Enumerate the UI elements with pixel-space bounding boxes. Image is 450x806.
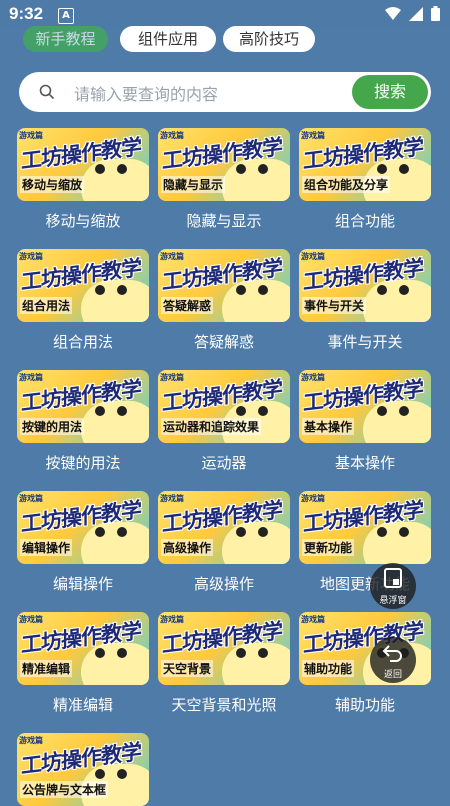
status-time: 9:32 [9,4,44,23]
tutorial-card[interactable]: 游戏篇 工坊操作教学 基本操作 基本操作 [299,370,431,473]
tutorial-title: 运动器 [201,454,247,472]
tutorial-title: 移动与缩放 [45,212,121,230]
tutorial-thumbnail: 游戏篇 工坊操作教学 移动与缩放 [17,128,149,201]
app-notification-icon: A [58,8,74,24]
tutorial-title: 辅助功能 [334,696,395,714]
tutorial-card[interactable]: 游戏篇 工坊操作教学 天空背景 天空背景和光照 [158,612,290,715]
tutorial-thumbnail: 游戏篇 工坊操作教学 组合功能及分享 [299,128,431,201]
tutorial-thumbnail: 游戏篇 工坊操作教学 组合用法 [17,249,149,322]
floating-window-label: 悬浮窗 [379,596,407,606]
tutorial-card[interactable]: 游戏篇 工坊操作教学 组合功能及分享 组合功能 [299,128,431,231]
signal-icon [409,6,423,21]
tutorial-title: 事件与开关 [327,333,403,351]
tutorial-thumbnail: 游戏篇 工坊操作教学 事件与开关 [299,249,431,322]
tutorial-card[interactable]: 游戏篇 工坊操作教学 事件与开关 事件与开关 [299,249,431,352]
tutorial-thumbnail: 游戏篇 工坊操作教学 答疑解惑 [158,249,290,322]
tutorial-thumbnail: 游戏篇 工坊操作教学 按键的用法 [17,370,149,443]
search-icon [39,84,55,100]
search-input[interactable]: 请输入要查询的内容 [74,81,218,105]
tutorial-thumbnail: 游戏篇 工坊操作教学 高级操作 [158,491,290,564]
tutorial-thumbnail: 游戏篇 工坊操作教学 隐藏与显示 [158,128,290,201]
tutorial-card[interactable]: 游戏篇 工坊操作教学 编辑操作 编辑操作 [17,491,149,594]
tutorial-card[interactable]: 游戏篇 工坊操作教学 精准编辑 精准编辑 [17,612,149,715]
tutorial-title: 高级操作 [193,575,254,593]
tutorial-card[interactable]: 游戏篇 工坊操作教学 运动器和追踪效果 运动器 [158,370,290,473]
tutorial-card[interactable]: 游戏篇 工坊操作教学 按键的用法 按键的用法 [17,370,149,473]
back-label: 返回 [383,670,402,680]
tutorial-title: 按键的用法 [45,454,121,472]
tutorial-thumbnail: 游戏篇 工坊操作教学 基本操作 [299,370,431,443]
back-arrow-icon [382,645,402,662]
tutorial-card[interactable]: 游戏篇 工坊操作教学 高级操作 高级操作 [158,491,290,594]
tutorial-card[interactable]: 游戏篇 工坊操作教学 隐藏与显示 隐藏与显示 [158,128,290,231]
tutorial-card[interactable]: 游戏篇 工坊操作教学 公告牌与文本框 [17,733,149,806]
category-tabs: 新手教程 组件应用 高阶技巧 [0,26,450,52]
floating-window-button[interactable]: 悬浮窗 [370,563,416,609]
tutorial-title: 隐藏与显示 [186,212,262,230]
tutorial-thumbnail: 游戏篇 工坊操作教学 天空背景 [158,612,290,685]
tutorial-thumbnail: 游戏篇 工坊操作教学 更新功能 [299,491,431,564]
wifi-icon [385,6,401,20]
back-button[interactable]: 返回 [370,637,416,683]
search-bar: 请输入要查询的内容 搜索 [19,72,431,112]
battery-icon [431,6,440,21]
tutorial-thumbnail: 游戏篇 工坊操作教学 编辑操作 [17,491,149,564]
search-button[interactable]: 搜索 [352,75,428,109]
tutorial-title: 天空背景和光照 [171,696,277,714]
tutorial-title: 组合功能 [334,212,395,230]
tab-components[interactable]: 组件应用 [120,26,216,52]
tutorial-title: 答疑解惑 [193,333,254,351]
tutorial-title: 基本操作 [334,454,395,472]
tutorial-thumbnail: 游戏篇 工坊操作教学 运动器和追踪效果 [158,370,290,443]
tutorial-card[interactable]: 游戏篇 工坊操作教学 答疑解惑 答疑解惑 [158,249,290,352]
tutorial-thumbnail: 游戏篇 工坊操作教学 公告牌与文本框 [17,733,149,806]
tab-advanced[interactable]: 高阶技巧 [223,26,315,52]
tutorial-card[interactable]: 游戏篇 工坊操作教学 组合用法 组合用法 [17,249,149,352]
tutorial-thumbnail: 游戏篇 工坊操作教学 精准编辑 [17,612,149,685]
tab-beginner[interactable]: 新手教程 [23,26,108,52]
tutorial-title: 编辑操作 [52,575,113,593]
tutorial-title: 组合用法 [52,333,113,351]
tutorial-title: 精准编辑 [52,696,113,714]
floating-window-icon [384,568,402,588]
tutorial-card[interactable]: 游戏篇 工坊操作教学 移动与缩放 移动与缩放 [17,128,149,231]
